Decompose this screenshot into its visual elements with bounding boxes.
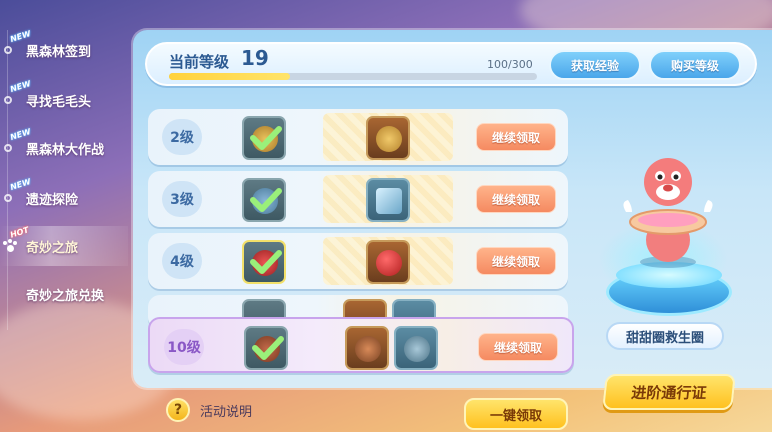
row-level: 3级 [162, 181, 202, 217]
one-key-claim-button[interactable]: 一键领取 [464, 398, 568, 430]
nav-item-black-forest-signin[interactable]: NEW 黑森林签到 [0, 29, 128, 70]
character-model[interactable] [618, 150, 718, 270]
buy-level-button[interactable]: 购买等级 [649, 50, 741, 80]
nav-item-label: 黑森林签到 [26, 44, 92, 60]
free-reward-slot[interactable] [244, 326, 288, 370]
exp-progress-text: 100/300 [487, 58, 533, 71]
nav-item-label: 黑森林大作战 [26, 142, 105, 158]
reward-row: 2级 继续领取 [148, 109, 568, 165]
check-icon [250, 188, 282, 212]
row-level: 4级 [162, 243, 202, 279]
exp-progress-bar [169, 73, 537, 80]
premium-reward-slot[interactable] [366, 178, 410, 222]
reward-list[interactable]: 2级 继续领取 3级 继续领取 4级 继续领取 10级 继续领取 [148, 95, 578, 375]
nav-dot [4, 96, 12, 104]
reward-row: 4级 继续领取 [148, 233, 568, 289]
nav-dot [4, 46, 12, 54]
level-bar: 当前等级 19 100/300 获取经验 购买等级 [145, 42, 757, 86]
nav-item-label: 奇妙之旅 [26, 240, 79, 256]
side-nav: NEW 黑森林签到 NEW 寻找毛毛头 NEW 黑森林大作战 NEW 遗迹探险 … [0, 0, 130, 432]
nav-item-wonder-journey-exchange[interactable]: 奇妙之旅兑换 [0, 274, 128, 314]
continue-claim-button[interactable]: 继续领取 [478, 333, 558, 361]
continue-claim-button[interactable]: 继续领取 [476, 247, 556, 275]
free-reward-slot[interactable] [242, 116, 286, 160]
exp-progress-fill [169, 73, 291, 80]
nav-item-ruins-explore[interactable]: NEW 遗迹探险 [0, 177, 128, 218]
nav-item-label: 寻找毛毛头 [26, 94, 92, 110]
character-name: 甜甜圈救生圈 [606, 322, 724, 350]
continue-claim-button[interactable]: 继续领取 [476, 123, 556, 151]
red-orb-icon [376, 250, 402, 276]
reward-row-current: 10级 继续领取 [148, 317, 574, 373]
medal-icon [404, 336, 430, 362]
dragon-icon [355, 336, 381, 362]
paw-icon [3, 239, 17, 253]
question-icon[interactable]: ? [166, 398, 190, 422]
nav-item-label: 奇妙之旅兑换 [26, 288, 105, 304]
check-icon [250, 126, 282, 150]
check-icon [250, 250, 282, 274]
ticket-icon [376, 188, 402, 214]
nav-item-find-maomaotou[interactable]: NEW 寻找毛毛头 [0, 79, 128, 120]
row-level: 2级 [162, 119, 202, 155]
continue-claim-button[interactable]: 继续领取 [476, 185, 556, 213]
row-level: 10级 [164, 329, 204, 365]
premium-reward-slot[interactable] [394, 326, 438, 370]
activity-help[interactable]: ? 活动说明 [166, 398, 252, 422]
nav-dot [4, 194, 12, 202]
nav-item-black-forest-battle[interactable]: NEW 黑森林大作战 [0, 127, 128, 168]
premium-reward-slot[interactable] [366, 116, 410, 160]
current-level-label: 当前等级 [169, 53, 230, 71]
nav-item-wonder-journey[interactable]: HOT 奇妙之旅 [0, 225, 128, 266]
free-reward-slot[interactable] [242, 178, 286, 222]
premium-reward-slot[interactable] [366, 240, 410, 284]
free-reward-slot[interactable] [242, 240, 286, 284]
advanced-pass-button[interactable]: 进阶通行证 [602, 374, 736, 410]
coin-icon [376, 126, 402, 152]
check-icon [252, 336, 284, 360]
current-level-value: 19 [241, 46, 269, 70]
premium-reward-slot[interactable] [345, 326, 389, 370]
get-exp-button[interactable]: 获取经验 [549, 50, 641, 80]
nav-dot [4, 144, 12, 152]
nav-item-label: 遗迹探险 [26, 192, 79, 208]
reward-row: 3级 继续领取 [148, 171, 568, 227]
activity-help-label[interactable]: 活动说明 [200, 401, 252, 420]
